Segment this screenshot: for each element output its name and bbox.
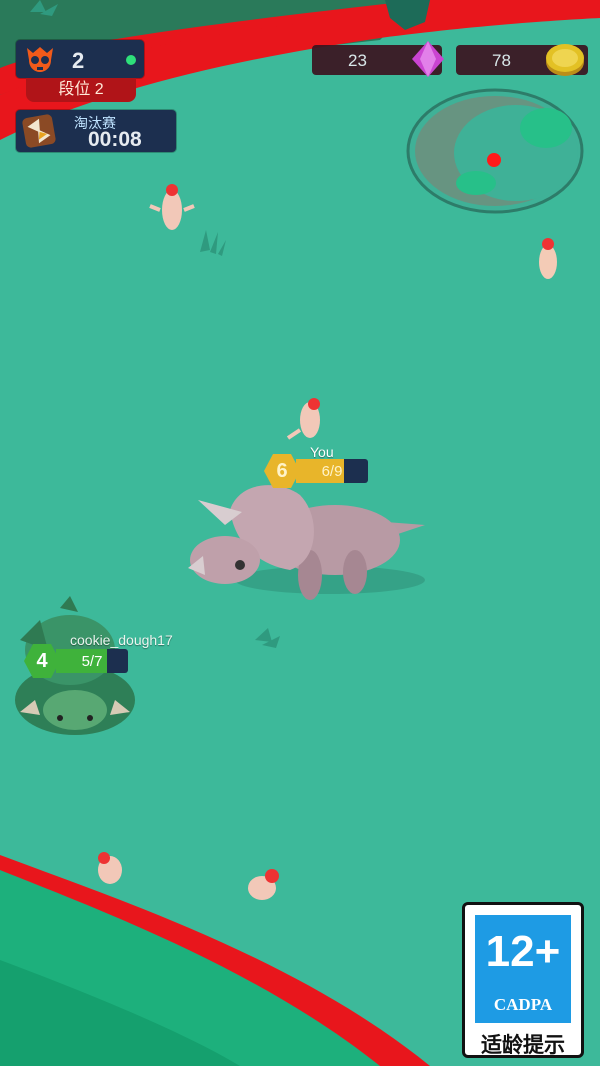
player-progress-text: 6/9 [321,463,343,480]
age-rating-badge: 12+ CADPA 适龄提示 [462,902,584,1058]
player-level: 6 [264,454,300,488]
gem-count: 23 [348,51,367,70]
player-triceratops [188,485,425,600]
hourglass-icon [22,114,56,148]
timer-value: 00:08 [88,128,142,151]
rank-label: 段位 2 [26,78,136,102]
age-rating-panel: 12+ CADPA [475,915,571,1023]
player-progress-track: 6/9 [296,459,368,483]
enemy-level-badge: 4 5/7 [24,644,128,678]
coin-count: 78 [492,51,511,70]
age-rating-org: CADPA [493,995,553,1014]
food-creature [248,869,279,900]
coin-counter: 78 [456,44,588,76]
food-creature [539,238,557,279]
minimap [406,88,584,214]
age-rating-value: 12+ [485,927,561,976]
age-rating-caption: 适龄提示 [481,1034,565,1057]
gem-counter: 23 [312,41,444,77]
kills-panel: 2 [16,40,144,78]
enemy-level: 4 [24,644,60,678]
timer-panel: 淘汰赛 00:08 [16,110,176,152]
food-creature [149,184,195,230]
kill-count: 2 [72,48,85,73]
skull-icon [24,44,56,74]
food-creature [286,398,320,440]
food-creature [98,852,122,884]
enemy-progress-text: 5/7 [81,653,103,670]
enemy-progress-track: 5/7 [56,649,128,673]
coin-icon [544,40,586,80]
online-dot [126,55,136,65]
player-level-badge: 6 6/9 [264,454,368,488]
gem-icon [408,39,448,79]
